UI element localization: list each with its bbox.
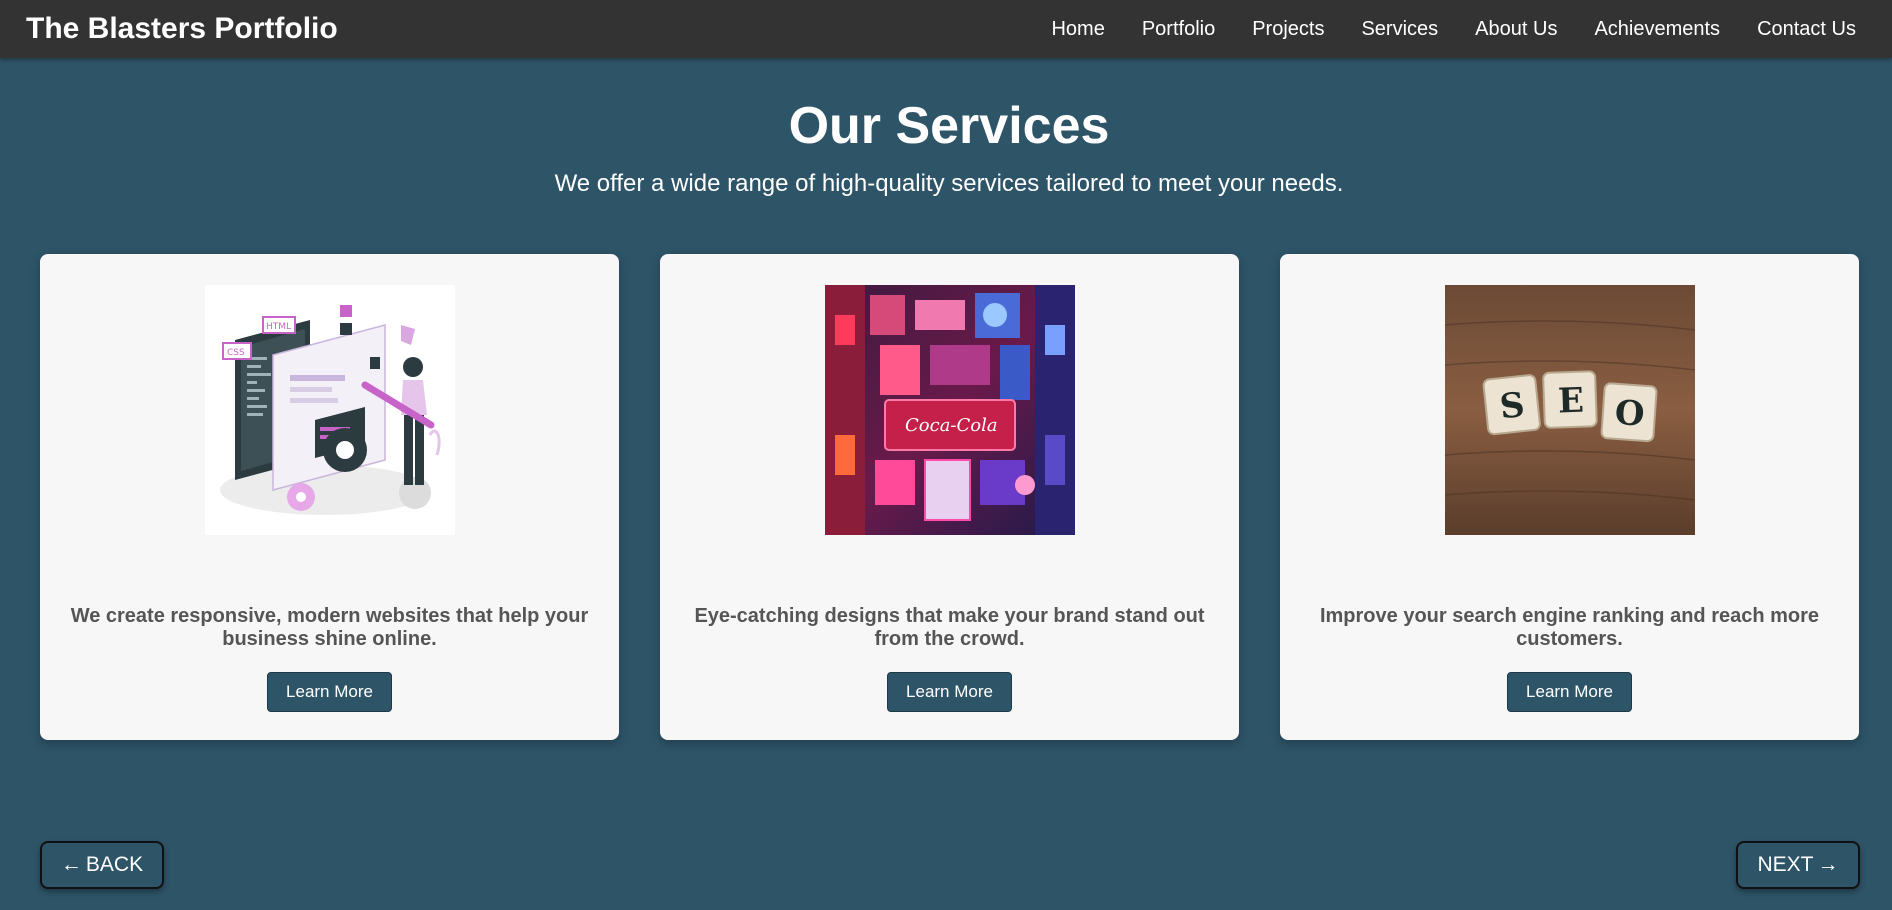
svg-text:O: O [1613, 393, 1645, 435]
nav-link-portfolio[interactable]: Portfolio [1123, 18, 1233, 41]
page-title: Our Services [788, 97, 1110, 155]
svg-text:Coca-Cola: Coca-Cola [905, 415, 998, 436]
learn-more-button[interactable]: Learn More [267, 672, 392, 712]
arrow-left-icon: ← [60, 853, 82, 876]
service-card-design: Coca-Cola Eye-catching designs that make… [660, 254, 1239, 740]
back-button-label: BACK [85, 853, 144, 876]
service-card-seo: S E O Improve your search engine ranking… [1280, 254, 1859, 740]
service-card-web-development: CSS HTML We create responsive, modern we… [40, 254, 619, 740]
arrow-right-icon: → [1817, 853, 1839, 876]
neon-signs-design-image: Coca-Cola [824, 285, 1075, 535]
nav-link-services[interactable]: Services [1343, 18, 1457, 41]
service-description: We create responsive, modern websites th… [70, 605, 589, 650]
main-nav: Home Portfolio Projects Services About U… [1033, 18, 1856, 41]
next-button-label: NEXT [1757, 853, 1814, 876]
site-brand[interactable]: The Blasters Portfolio [26, 12, 338, 46]
nav-link-projects[interactable]: Projects [1234, 18, 1343, 41]
nav-link-achievements[interactable]: Achievements [1576, 18, 1739, 41]
svg-text:S: S [1497, 385, 1526, 427]
service-description: Eye-catching designs that make your bran… [694, 605, 1205, 650]
nav-link-home[interactable]: Home [1033, 18, 1123, 41]
svg-text:E: E [1557, 381, 1584, 422]
services-hero: Our Services We offer a wide range of hi… [0, 96, 1892, 198]
service-description: Improve your search engine ranking and r… [1319, 605, 1820, 650]
service-cards: CSS HTML We create responsive, modern we… [40, 254, 1859, 740]
learn-more-button[interactable]: Learn More [1507, 672, 1632, 712]
web-development-illustration-icon: CSS HTML [204, 285, 455, 535]
top-navbar: The Blasters Portfolio Home Portfolio Pr… [0, 0, 1892, 58]
nav-link-contact-us[interactable]: Contact Us [1739, 18, 1856, 41]
seo-tiles-image: S E O [1444, 285, 1695, 535]
svg-text:HTML: HTML [266, 322, 291, 332]
learn-more-button[interactable]: Learn More [887, 672, 1012, 712]
svg-text:CSS: CSS [227, 348, 245, 358]
page-subtitle: We offer a wide range of high-quality se… [554, 170, 1344, 197]
back-button[interactable]: ← BACK [40, 841, 164, 889]
next-button[interactable]: NEXT → [1736, 841, 1860, 889]
nav-link-about-us[interactable]: About Us [1457, 18, 1576, 41]
